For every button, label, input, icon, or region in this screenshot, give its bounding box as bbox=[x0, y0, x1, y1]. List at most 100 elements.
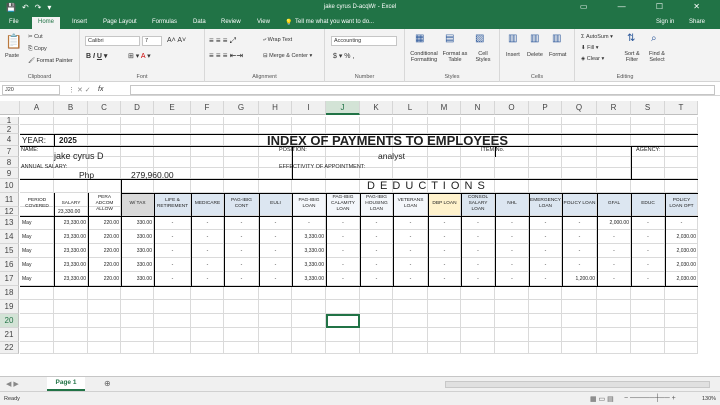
grid-cell[interactable] bbox=[326, 300, 360, 314]
grid-cell[interactable] bbox=[562, 168, 597, 179]
grid-cell[interactable] bbox=[665, 328, 698, 342]
conditional-formatting-button[interactable]: Conditional Formatting bbox=[408, 51, 440, 63]
grid-cell[interactable] bbox=[154, 125, 191, 134]
grid-cell[interactable] bbox=[597, 134, 631, 146]
format-table-icon[interactable]: ▤ bbox=[445, 33, 454, 44]
data-cell[interactable]: 330.00 bbox=[123, 262, 152, 268]
data-cell[interactable]: - bbox=[497, 248, 527, 254]
grid-cell[interactable] bbox=[121, 342, 154, 354]
data-cell[interactable]: - bbox=[156, 234, 189, 240]
format-cells-icon[interactable]: ▥ bbox=[552, 33, 561, 44]
grid-cell[interactable] bbox=[292, 328, 326, 342]
grid-cell[interactable] bbox=[529, 342, 562, 354]
grid-cell[interactable] bbox=[360, 328, 393, 342]
grid-cell[interactable] bbox=[597, 314, 631, 328]
wrap-text-button[interactable]: ⤶ Wrap Text bbox=[263, 37, 292, 44]
grid-cell[interactable] bbox=[224, 168, 259, 179]
grid-cell[interactable] bbox=[631, 342, 665, 354]
grid-cell[interactable] bbox=[121, 179, 154, 193]
grid-cell[interactable] bbox=[154, 328, 191, 342]
data-cell[interactable]: 3,330.00 bbox=[294, 248, 324, 254]
column-header-e[interactable]: E bbox=[154, 101, 191, 115]
column-header-s[interactable]: S bbox=[631, 101, 665, 115]
data-cell[interactable]: - bbox=[226, 276, 257, 282]
grid-cell[interactable] bbox=[191, 117, 224, 125]
grid-cell[interactable] bbox=[259, 342, 292, 354]
sort-filter-button[interactable]: Sort & Filter bbox=[621, 51, 643, 63]
grid-cell[interactable] bbox=[562, 146, 597, 157]
grid-cell[interactable] bbox=[121, 314, 154, 328]
grid-cell[interactable] bbox=[54, 179, 88, 193]
column-header-r[interactable]: R bbox=[597, 101, 631, 115]
column-header-n[interactable]: N bbox=[461, 101, 495, 115]
data-cell[interactable]: 2,030.00 bbox=[667, 234, 696, 240]
data-cell[interactable]: - bbox=[156, 262, 189, 268]
grid-cell[interactable] bbox=[88, 314, 121, 328]
grid-cell[interactable] bbox=[631, 314, 665, 328]
grid-cell[interactable] bbox=[529, 157, 562, 168]
grid-cell[interactable] bbox=[54, 328, 88, 342]
data-cell[interactable]: - bbox=[395, 220, 426, 226]
grid-cell[interactable] bbox=[665, 342, 698, 354]
data-cell[interactable]: May bbox=[22, 220, 52, 226]
grid-cell[interactable] bbox=[562, 179, 597, 193]
tell-me-box[interactable]: Tell me what you want to do... bbox=[295, 19, 374, 25]
grid-cell[interactable] bbox=[54, 125, 88, 134]
grid-cell[interactable] bbox=[191, 125, 224, 134]
grid-cell[interactable] bbox=[191, 179, 224, 193]
insert-button[interactable]: Insert bbox=[506, 52, 520, 58]
grid-cell[interactable] bbox=[529, 125, 562, 134]
data-cell[interactable]: - bbox=[633, 220, 663, 226]
grid-cell[interactable] bbox=[597, 300, 631, 314]
grid-cell[interactable] bbox=[224, 300, 259, 314]
grid-cell[interactable] bbox=[428, 328, 461, 342]
grid-cell[interactable] bbox=[326, 286, 360, 300]
data-cell[interactable]: 2,000.00 bbox=[599, 220, 629, 226]
grid-cell[interactable] bbox=[360, 314, 393, 328]
grid-cell[interactable] bbox=[665, 134, 698, 146]
paste-icon[interactable]: 📋 bbox=[5, 33, 22, 50]
column-header-q[interactable]: Q bbox=[562, 101, 597, 115]
column-header-p[interactable]: P bbox=[529, 101, 562, 115]
row-header-4[interactable]: 4 bbox=[0, 134, 19, 146]
cell-styles-button[interactable]: Cell Styles bbox=[471, 51, 495, 63]
grid-cell[interactable] bbox=[495, 314, 529, 328]
grid-cell[interactable] bbox=[326, 328, 360, 342]
data-cell[interactable]: - bbox=[395, 234, 426, 240]
font-size-box[interactable]: 7 bbox=[142, 36, 162, 46]
number-format-box[interactable]: Accounting bbox=[331, 36, 397, 46]
data-cell[interactable]: 23,330.00 bbox=[56, 234, 86, 240]
row-header-21[interactable]: 21 bbox=[0, 328, 19, 342]
share-button[interactable]: Share bbox=[689, 19, 705, 25]
grid-cell[interactable] bbox=[88, 125, 121, 134]
data-cell[interactable]: - bbox=[599, 248, 629, 254]
grid-cell[interactable] bbox=[562, 328, 597, 342]
grid-cell[interactable] bbox=[259, 179, 292, 193]
grid-cell[interactable] bbox=[597, 286, 631, 300]
grid-cell[interactable] bbox=[665, 286, 698, 300]
grid-cell[interactable] bbox=[665, 300, 698, 314]
grid-cell[interactable] bbox=[54, 117, 88, 125]
grid-cell[interactable] bbox=[631, 168, 665, 179]
grid-cell[interactable] bbox=[393, 328, 428, 342]
data-cell[interactable]: - bbox=[599, 262, 629, 268]
grid-cell[interactable] bbox=[259, 328, 292, 342]
data-cell[interactable]: - bbox=[294, 220, 324, 226]
row-header-8[interactable]: 8 bbox=[0, 157, 19, 168]
grid-cell[interactable] bbox=[631, 117, 665, 125]
grid-cell[interactable] bbox=[259, 314, 292, 328]
data-cell[interactable]: - bbox=[156, 248, 189, 254]
grid-cell[interactable] bbox=[292, 314, 326, 328]
add-sheet-icon[interactable]: ⊕ bbox=[104, 379, 111, 388]
row-header-10[interactable]: 10 bbox=[0, 179, 19, 193]
data-cell[interactable]: 23,330.00 bbox=[56, 220, 86, 226]
data-cell[interactable]: - bbox=[564, 248, 595, 254]
worksheet-grid[interactable]: A B C D E F G H I J K L M N O P Q R S T 1 2 4 7 8 9 10 11 12 13 14 15 16… bbox=[0, 101, 720, 376]
data-cell[interactable]: - bbox=[430, 262, 459, 268]
grid-cell[interactable] bbox=[20, 300, 54, 314]
window-controls[interactable]: ▭ — ☐ ✕ bbox=[580, 2, 714, 11]
grid-cell[interactable] bbox=[597, 179, 631, 193]
grid-cell[interactable] bbox=[495, 328, 529, 342]
grid-cell[interactable] bbox=[54, 314, 88, 328]
data-cell[interactable]: 220.00 bbox=[90, 234, 119, 240]
